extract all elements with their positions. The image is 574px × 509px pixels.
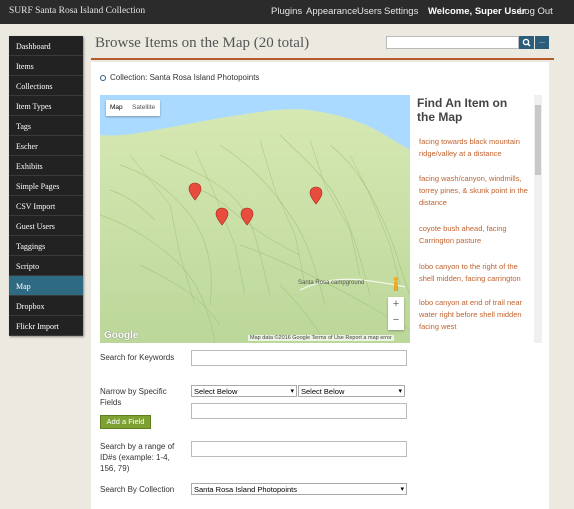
map-type-satellite-tab[interactable]: Satellite bbox=[132, 104, 155, 111]
keywords-input[interactable] bbox=[191, 350, 407, 366]
scrollbar-thumb[interactable] bbox=[535, 105, 541, 175]
nav-users-link[interactable]: Users bbox=[357, 6, 382, 17]
chevron-down-icon: ▾ bbox=[400, 486, 404, 493]
collection-label: Search By Collection bbox=[100, 485, 175, 494]
map-type-control[interactable]: Map Satellite bbox=[106, 100, 160, 116]
sidebar-item-simple-pages[interactable]: Simple Pages bbox=[9, 176, 83, 196]
google-logo: Google bbox=[104, 330, 139, 341]
advanced-search-button[interactable]: ... bbox=[535, 36, 549, 49]
search-input[interactable] bbox=[386, 36, 519, 49]
zoom-in-button[interactable]: + bbox=[388, 298, 404, 310]
collection-select-value: Santa Rosa Island Photopoints bbox=[194, 485, 297, 494]
sidebar-item-dropbox[interactable]: Dropbox bbox=[9, 296, 83, 316]
map-item-link[interactable]: facing towards black mountain ridge/vall… bbox=[419, 136, 529, 160]
search-icon bbox=[522, 38, 531, 47]
sidebar-item-map[interactable]: Map bbox=[9, 276, 83, 296]
field-select-value: Select Below bbox=[194, 387, 238, 396]
keywords-label: Search for Keywords bbox=[100, 353, 175, 362]
pegman-icon[interactable] bbox=[391, 276, 401, 292]
map-terrain-graphic bbox=[100, 95, 410, 343]
panel-scrollbar[interactable] bbox=[534, 95, 542, 343]
welcome-user-link[interactable]: Welcome, Super User bbox=[428, 6, 526, 17]
map-item-link[interactable]: lobo canyon at end of trail near water r… bbox=[419, 297, 529, 333]
collection-filter-breadcrumb[interactable]: Collection: Santa Rosa Island Photopoint… bbox=[100, 73, 259, 82]
sidebar-item-item-types[interactable]: Item Types bbox=[9, 96, 83, 116]
admin-sidebar-nav: Dashboard Items Collections Item Types T… bbox=[9, 36, 83, 336]
map-type-map-tab[interactable]: Map bbox=[110, 104, 123, 111]
nav-plugins-link[interactable]: Plugins bbox=[271, 6, 302, 17]
nav-settings-link[interactable]: Settings bbox=[384, 6, 418, 17]
field-select[interactable]: Select Below ▾ bbox=[191, 385, 297, 397]
sidebar-item-collections[interactable]: Collections bbox=[9, 76, 83, 96]
header-divider bbox=[91, 58, 554, 60]
map-place-label: Santa Rosa campground bbox=[298, 280, 365, 286]
sidebar-item-flickr-import[interactable]: Flickr Import bbox=[9, 316, 83, 336]
field-type-select-value: Select Below bbox=[301, 387, 345, 396]
map-item-link[interactable]: coyote bush ahead, facing Carrington pas… bbox=[419, 223, 529, 247]
sidebar-item-guest-users[interactable]: Guest Users bbox=[9, 216, 83, 236]
narrow-fields-label: Narrow by Specific Fields bbox=[100, 387, 167, 407]
sidebar-item-items[interactable]: Items bbox=[9, 56, 83, 76]
field-type-select[interactable]: Select Below ▾ bbox=[298, 385, 405, 397]
map-zoom-control[interactable]: + − bbox=[388, 297, 404, 330]
sidebar-item-taggings[interactable]: Taggings bbox=[9, 236, 83, 256]
id-range-input[interactable] bbox=[191, 441, 407, 457]
sidebar-item-csv-import[interactable]: CSV Import bbox=[9, 196, 83, 216]
google-map[interactable] bbox=[100, 95, 410, 343]
breadcrumb-text: Collection: Santa Rosa Island Photopoint… bbox=[110, 73, 260, 82]
field-terms-input[interactable] bbox=[191, 403, 407, 419]
add-field-button[interactable]: Add a Field bbox=[100, 415, 151, 429]
sidebar-item-scripto[interactable]: Scripto bbox=[9, 256, 83, 276]
sidebar-item-dashboard[interactable]: Dashboard bbox=[9, 36, 83, 56]
nav-appearance-link[interactable]: Appearance bbox=[306, 6, 357, 17]
collection-select[interactable]: Santa Rosa Island Photopoints ▾ bbox=[191, 483, 407, 495]
id-range-label: Search by a range of ID#s (example: 1-4,… bbox=[100, 442, 175, 473]
map-item-link[interactable]: facing wash/canyon, windmills, torrey pi… bbox=[419, 173, 529, 209]
sidebar-item-tags[interactable]: Tags bbox=[9, 116, 83, 136]
chevron-down-icon: ▾ bbox=[398, 388, 402, 395]
sidebar-item-escher[interactable]: Escher bbox=[9, 136, 83, 156]
search-icon bbox=[100, 75, 106, 81]
find-item-heading: Find An Item on the Map bbox=[417, 96, 508, 124]
page-title: Browse Items on the Map (20 total) bbox=[95, 35, 310, 51]
map-attribution[interactable]: Map data ©2016 Google Terms of Use Repor… bbox=[248, 335, 394, 341]
site-title-link[interactable]: SURF Santa Rosa Island Collection bbox=[9, 6, 145, 16]
map-item-link[interactable]: lobo canyon to the right of the shell mi… bbox=[419, 261, 529, 285]
sidebar-item-exhibits[interactable]: Exhibits bbox=[9, 156, 83, 176]
search-button[interactable] bbox=[519, 36, 534, 49]
zoom-out-button[interactable]: − bbox=[388, 314, 404, 326]
chevron-down-icon: ▾ bbox=[290, 388, 294, 395]
admin-top-bar: SURF Santa Rosa Island Collection Plugin… bbox=[0, 0, 574, 24]
logout-link[interactable]: Log Out bbox=[519, 6, 553, 17]
